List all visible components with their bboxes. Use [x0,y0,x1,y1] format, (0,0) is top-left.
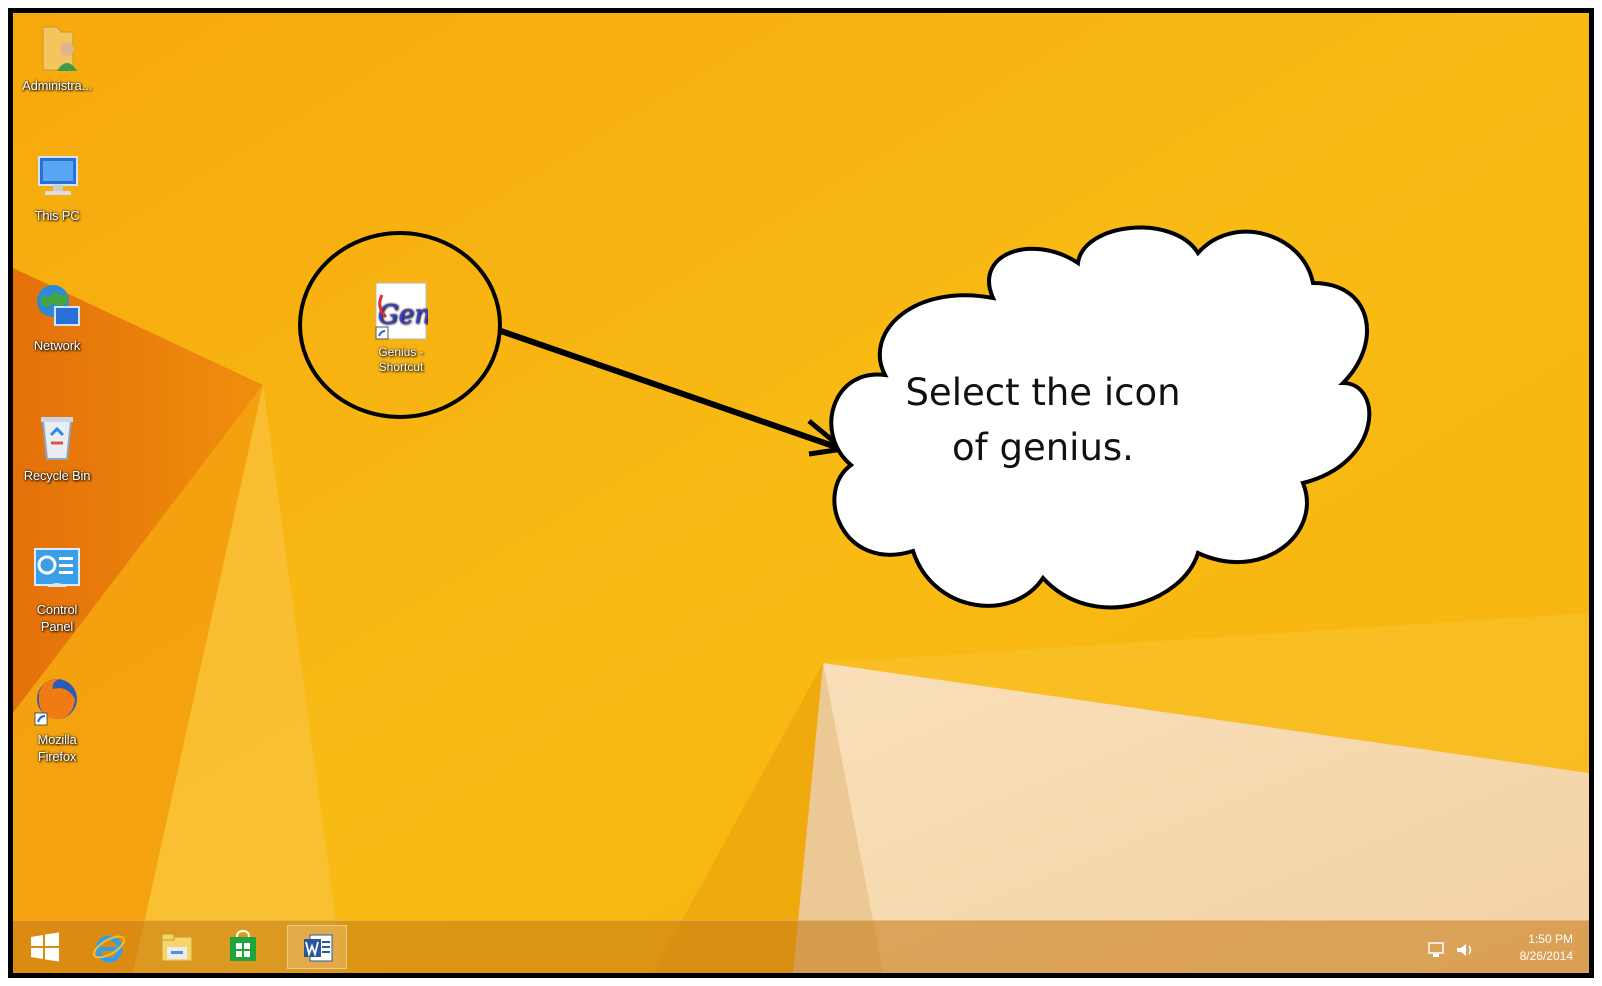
word-icon [304,934,333,962]
file-explorer-icon [161,933,193,962]
start-button[interactable] [15,925,75,969]
callout-line-2: of genius. [952,426,1134,469]
tutorial-annotation [298,225,1372,610]
tray-icons [1427,941,1481,959]
taskbar-file-explorer-button[interactable] [147,925,207,969]
taskbar: 1:50 PM 8/26/2014 [13,920,1589,973]
callout-line-1: Select the icon [905,371,1181,414]
network-icon[interactable] [1427,941,1447,959]
clock-time: 1:50 PM [1528,932,1573,946]
taskbar-internet-explorer-button[interactable] [79,925,139,969]
pointer-arrow-line [500,328,840,451]
taskbar-clock[interactable]: 1:50 PM 8/26/2014 [1493,931,1573,965]
store-icon [230,929,256,961]
volume-icon[interactable] [1455,941,1475,959]
desktop-screen: Administra... This PC Network Recycle Bi… [8,8,1594,978]
callout-text: Select the icon of genius. [893,365,1193,475]
highlight-circle [298,231,502,419]
taskbar-word-button[interactable] [287,925,347,969]
clock-date: 8/26/2014 [1519,949,1573,963]
internet-explorer-icon [92,935,126,963]
taskbar-store-button[interactable] [213,925,273,969]
system-tray: 1:50 PM 8/26/2014 [1393,929,1573,969]
windows-logo-icon [31,932,59,962]
